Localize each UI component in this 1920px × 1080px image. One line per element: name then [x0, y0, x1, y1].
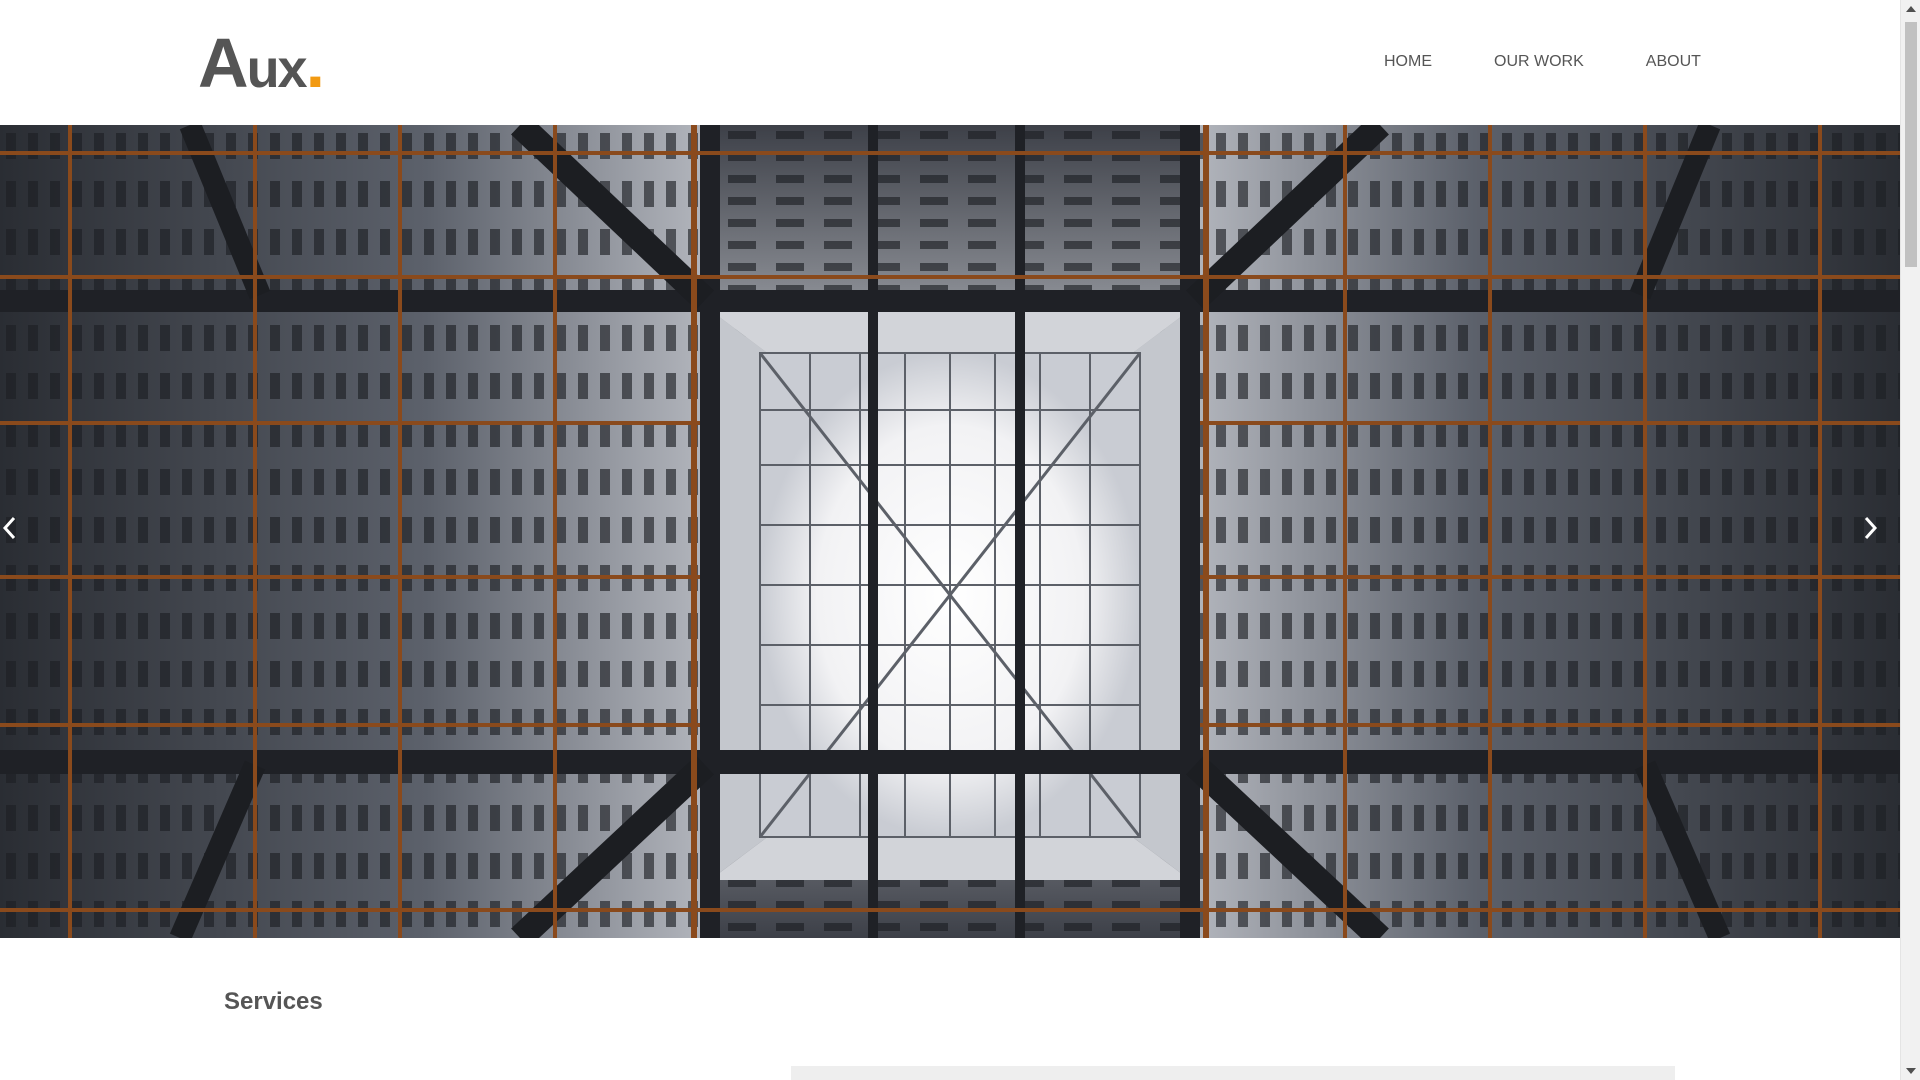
logo-dot: .: [305, 24, 326, 102]
scroll-thumb[interactable]: [1905, 22, 1917, 267]
nav-our-work[interactable]: OUR WORK: [1494, 52, 1584, 72]
nav-home[interactable]: HOME: [1384, 52, 1432, 72]
hero-slider: [0, 125, 1900, 938]
slider-next-button[interactable]: [1860, 515, 1900, 555]
vertical-scrollbar[interactable]: [1900, 0, 1920, 1080]
content-panel: [791, 1066, 1675, 1080]
site-header: Aux. HOME OUR WORK ABOUT: [0, 0, 1900, 125]
page: Aux. HOME OUR WORK ABOUT Services: [0, 0, 1920, 1080]
building-atrium-photo: [0, 125, 1900, 938]
services-heading: Services: [224, 988, 323, 1015]
chevron-right-icon: [1864, 516, 1878, 540]
logo-letter-a: A: [198, 24, 249, 102]
slider-prev-button[interactable]: [0, 515, 40, 555]
caret-down-icon: [1906, 1068, 1916, 1074]
logo-letters: ux: [246, 39, 308, 99]
nav-about[interactable]: ABOUT: [1646, 52, 1701, 72]
chevron-left-icon: [2, 516, 16, 540]
scroll-down-button[interactable]: [1901, 1062, 1920, 1080]
caret-up-icon: [1906, 6, 1916, 12]
scroll-up-button[interactable]: [1901, 0, 1920, 18]
main-nav: HOME OUR WORK ABOUT: [1384, 52, 1701, 72]
logo[interactable]: Aux.: [198, 28, 325, 99]
